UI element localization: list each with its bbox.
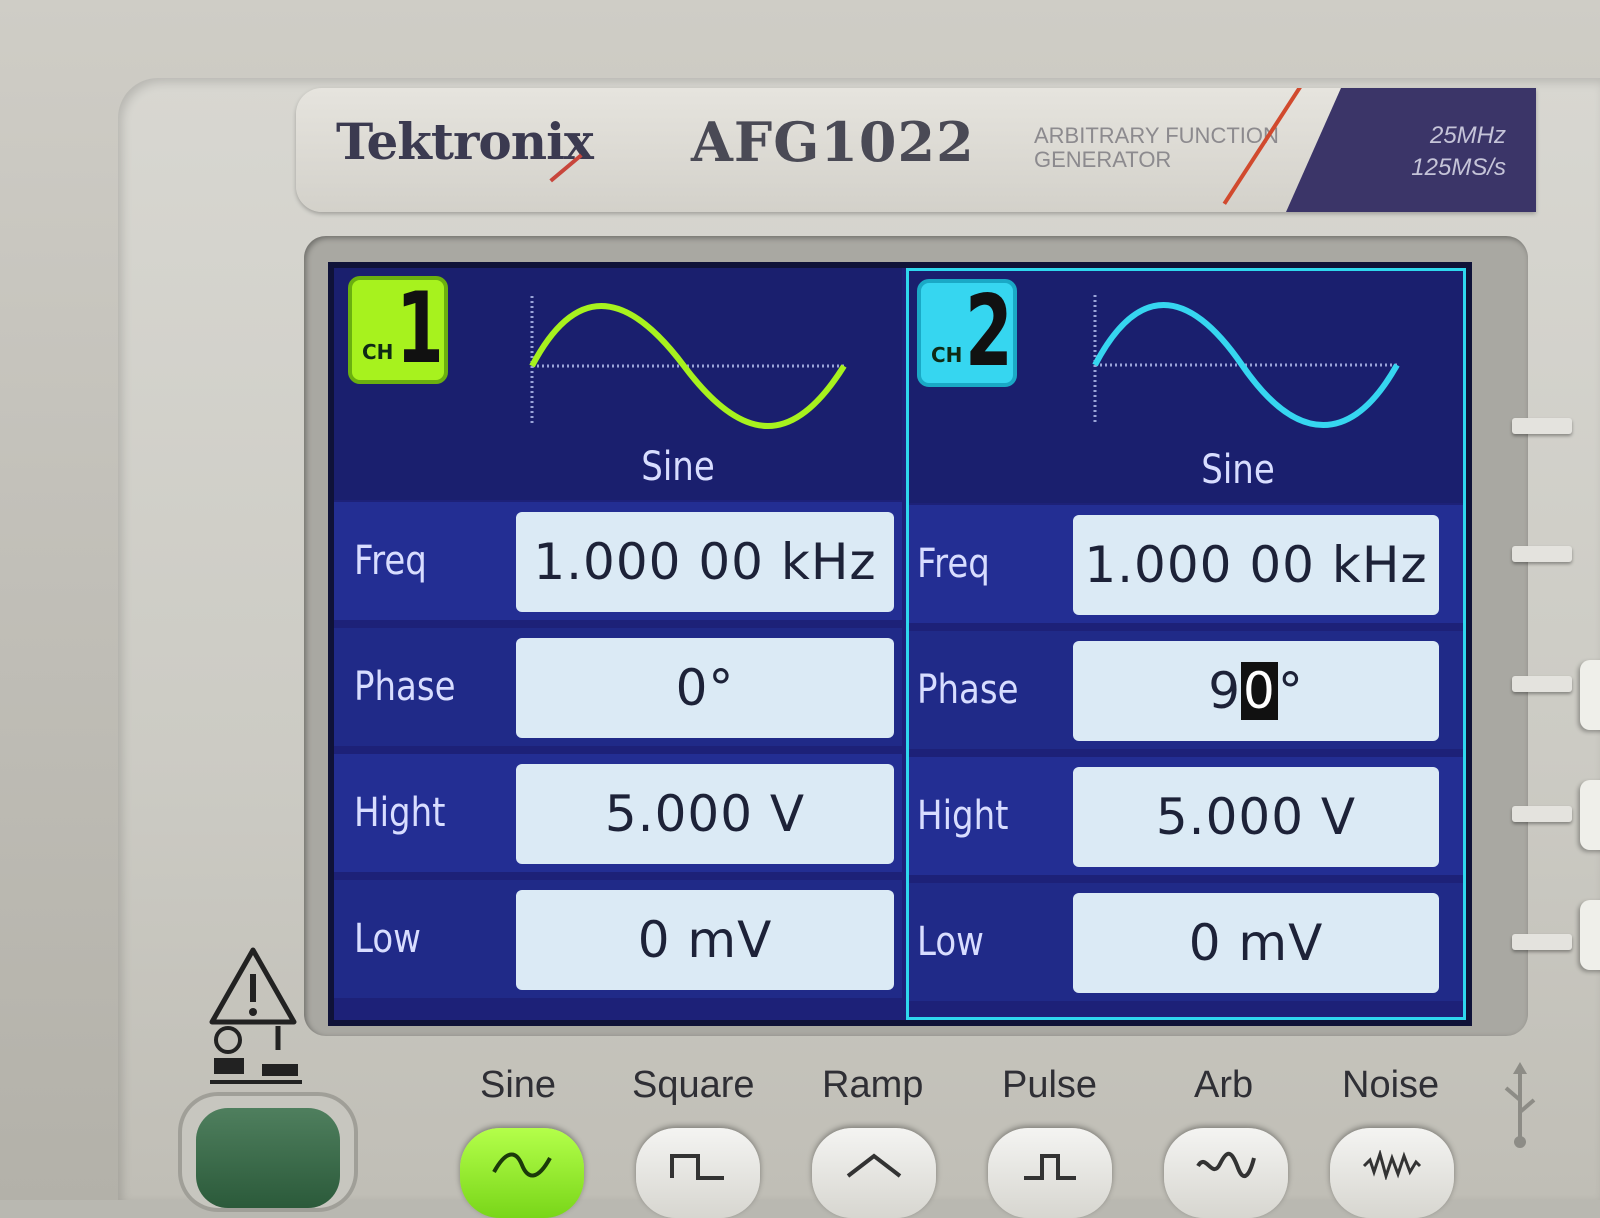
channel-1-badge: CH 1 [348,272,448,386]
noise-icon [1362,1150,1422,1180]
channel-2-waveform-label: Sine [1201,447,1275,493]
channel-1-freq-value[interactable]: 1.000 00 kHz [516,512,894,612]
ramp-icon [846,1153,902,1178]
channel-2-high-value[interactable]: 5.000 V [1073,767,1439,867]
power-button-cap [196,1108,340,1208]
channel-2-freq-row[interactable]: Freq 1.000 00 kHz [909,505,1463,623]
channel-2-low-row[interactable]: Low 0 mV [909,883,1463,1001]
channel-2-low-value[interactable]: 0 mV [1073,893,1439,993]
channel-2-badge-ch: CH [931,343,963,367]
edit-cursor-digit: 0 [1241,662,1278,720]
sine-wave-icon [529,296,847,429]
noise-button[interactable] [1330,1128,1454,1218]
channel-1-waveform-label: Sine [641,444,715,490]
softkey-5[interactable] [1512,934,1572,950]
brand-logo: Tektronix [336,112,594,171]
brand-strip: Tektronix AFG1022 ARBITRARY FUNCTION GEN… [296,88,1536,212]
lcd-screen: CH 1 Sine Freq 1.000 00 kHz Phase 0° Hig… [328,262,1472,1026]
function-label-square: Square [632,1064,755,1106]
freq-label: Freq [354,538,427,584]
ramp-button[interactable] [812,1128,936,1218]
channel-2-header: CH 2 Sine [909,271,1463,503]
pulse-icon [1024,1154,1076,1180]
channel-1-freq-row[interactable]: Freq 1.000 00 kHz [334,502,902,620]
high-label: Hight [354,790,446,836]
channel-1-low-row[interactable]: Low 0 mV [334,880,902,998]
phase-label: Phase [917,667,1019,713]
model-description: ARBITRARY FUNCTION GENERATOR [1034,123,1279,172]
arb-button[interactable] [1164,1128,1288,1218]
sine-icon [492,1152,552,1178]
square-button[interactable] [636,1128,760,1218]
side-knob-edge [1580,900,1600,970]
channel-1-phase-row[interactable]: Phase 0° [334,628,902,746]
channel-1-panel[interactable]: CH 1 Sine Freq 1.000 00 kHz Phase 0° Hig… [334,268,902,1020]
softkey-1[interactable] [1512,418,1572,434]
channel-2-high-row[interactable]: Hight 5.000 V [909,757,1463,875]
phase-value-prefix: 9 [1208,662,1241,720]
channel-1-high-value[interactable]: 5.000 V [516,764,894,864]
warning-icon [209,947,297,1025]
phase-label: Phase [354,664,456,710]
low-label: Low [354,916,421,962]
channel-2-panel[interactable]: CH 2 Sine Freq 1.000 00 kHz Phase 90° Hi… [906,268,1466,1020]
pulse-button[interactable] [988,1128,1112,1218]
softkey-2[interactable] [1512,546,1572,562]
function-label-pulse: Pulse [1002,1064,1098,1106]
arb-icon [1196,1152,1256,1179]
low-label: Low [917,919,984,965]
phase-value-suffix: ° [1277,662,1304,720]
channel-2-phase-row[interactable]: Phase 90° [909,631,1463,749]
softkey-4[interactable] [1512,806,1572,822]
channel-1-phase-value[interactable]: 0° [516,638,894,738]
channel-1-badge-number: 1 [396,272,444,386]
side-knob-edge [1580,780,1600,850]
function-label-ramp: Ramp [822,1064,924,1106]
high-label: Hight [917,793,1009,839]
channel-1-high-row[interactable]: Hight 5.000 V [334,754,902,872]
channel-2-freq-value[interactable]: 1.000 00 kHz [1073,515,1439,615]
channel-1-low-value[interactable]: 0 mV [516,890,894,990]
softkey-3[interactable] [1512,676,1572,692]
model-name: AFG1022 [691,110,975,174]
side-knob-edge [1580,660,1600,730]
spec-badge-text: 25MHz 125MS/s [1411,122,1506,181]
power-button[interactable] [178,1092,358,1212]
square-icon [670,1154,724,1180]
function-label-arb: Arb [1194,1064,1254,1106]
freq-label: Freq [917,541,990,587]
channel-2-phase-value[interactable]: 90° [1073,641,1439,741]
channel-1-header: CH 1 Sine [334,268,902,500]
function-label-noise: Noise [1342,1064,1440,1106]
usb-icon [1504,1062,1536,1148]
sine-button[interactable] [460,1128,584,1218]
channel-2-badge: CH 2 [917,275,1017,389]
standby-power-icon [210,1026,302,1084]
function-label-sine: Sine [480,1064,557,1106]
channel-1-badge-ch: CH [362,340,394,364]
channel-2-badge-number: 2 [965,275,1013,389]
sine-wave-icon [1092,295,1400,428]
